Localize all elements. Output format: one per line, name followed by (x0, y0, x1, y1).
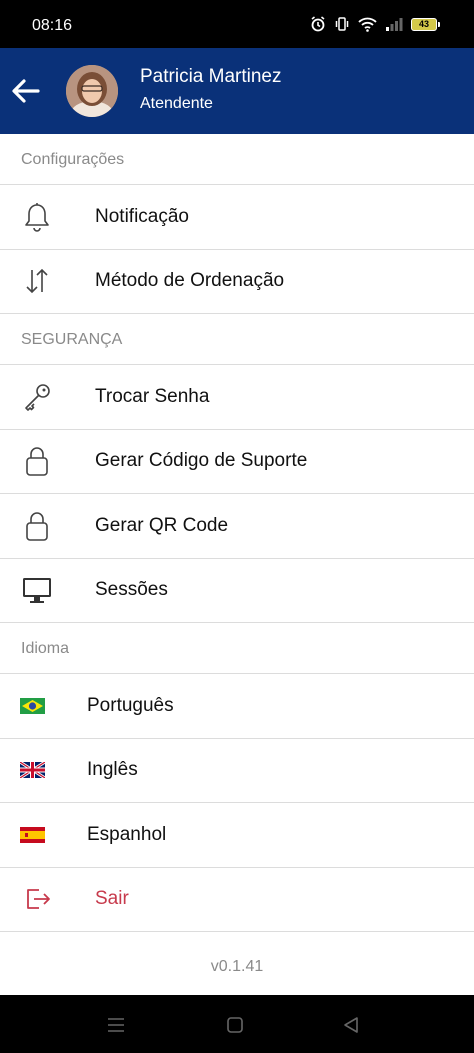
sessions-item[interactable]: Sessões (0, 559, 474, 623)
avatar[interactable] (66, 65, 118, 117)
back-arrow-icon[interactable] (10, 76, 42, 106)
menu-icon[interactable] (106, 1015, 126, 1035)
logout-label: Sair (95, 888, 129, 910)
settings-list: Configurações Notificação Método de Orde… (0, 134, 474, 995)
status-time: 08:16 (32, 17, 73, 34)
logout-icon (20, 882, 54, 916)
vibrate-icon (335, 17, 349, 31)
uk-flag-icon (20, 762, 45, 779)
section-header-security: SEGURANÇA (0, 314, 474, 365)
sort-method-label: Método de Ordenação (95, 270, 285, 292)
alarm-icon (311, 16, 325, 32)
language-spanish-item[interactable]: Espanhol (0, 803, 474, 868)
notification-label: Notificação (95, 205, 189, 227)
lock-icon (20, 509, 54, 543)
sort-arrows-icon (20, 264, 54, 298)
monitor-icon (20, 573, 54, 607)
language-spanish-label: Espanhol (87, 823, 167, 845)
language-portuguese-label: Português (87, 694, 174, 716)
key-icon (20, 380, 54, 414)
language-english-item[interactable]: Inglês (0, 739, 474, 803)
signal-icon (386, 18, 403, 31)
user-role: Atendente (140, 95, 213, 112)
change-password-item[interactable]: Trocar Senha (0, 365, 474, 430)
status-bar: 08:16 43 (0, 0, 474, 48)
spain-flag-icon (20, 826, 45, 843)
brazil-flag-icon (20, 697, 45, 714)
app-header: Patricia Martinez Atendente (0, 48, 474, 134)
app-version: v0.1.41 (210, 958, 264, 975)
section-header-config: Configurações (0, 134, 474, 185)
battery-level: 43 (411, 17, 437, 31)
section-header-language: Idioma (0, 623, 474, 674)
notification-item[interactable]: Notificação (0, 185, 474, 250)
system-nav-bar (0, 995, 474, 1053)
qr-code-label: Gerar QR Code (95, 514, 229, 536)
support-code-item[interactable]: Gerar Código de Suporte (0, 430, 474, 494)
user-name: Patricia Martinez (140, 66, 282, 87)
logout-item[interactable]: Sair (0, 868, 474, 932)
bell-icon (20, 200, 54, 234)
back-nav-icon[interactable] (341, 1015, 361, 1035)
home-icon[interactable] (225, 1015, 245, 1035)
support-code-label: Gerar Código de Suporte (95, 450, 308, 472)
battery-icon: 43 (411, 17, 440, 31)
language-portuguese-item[interactable]: Português (0, 674, 474, 739)
sessions-label: Sessões (95, 579, 168, 601)
wifi-icon (358, 17, 377, 32)
lock-icon (20, 444, 54, 478)
status-icons: 43 (310, 16, 440, 32)
sort-method-item[interactable]: Método de Ordenação (0, 250, 474, 314)
qr-code-item[interactable]: Gerar QR Code (0, 494, 474, 559)
change-password-label: Trocar Senha (95, 385, 210, 407)
language-english-label: Inglês (87, 759, 138, 781)
